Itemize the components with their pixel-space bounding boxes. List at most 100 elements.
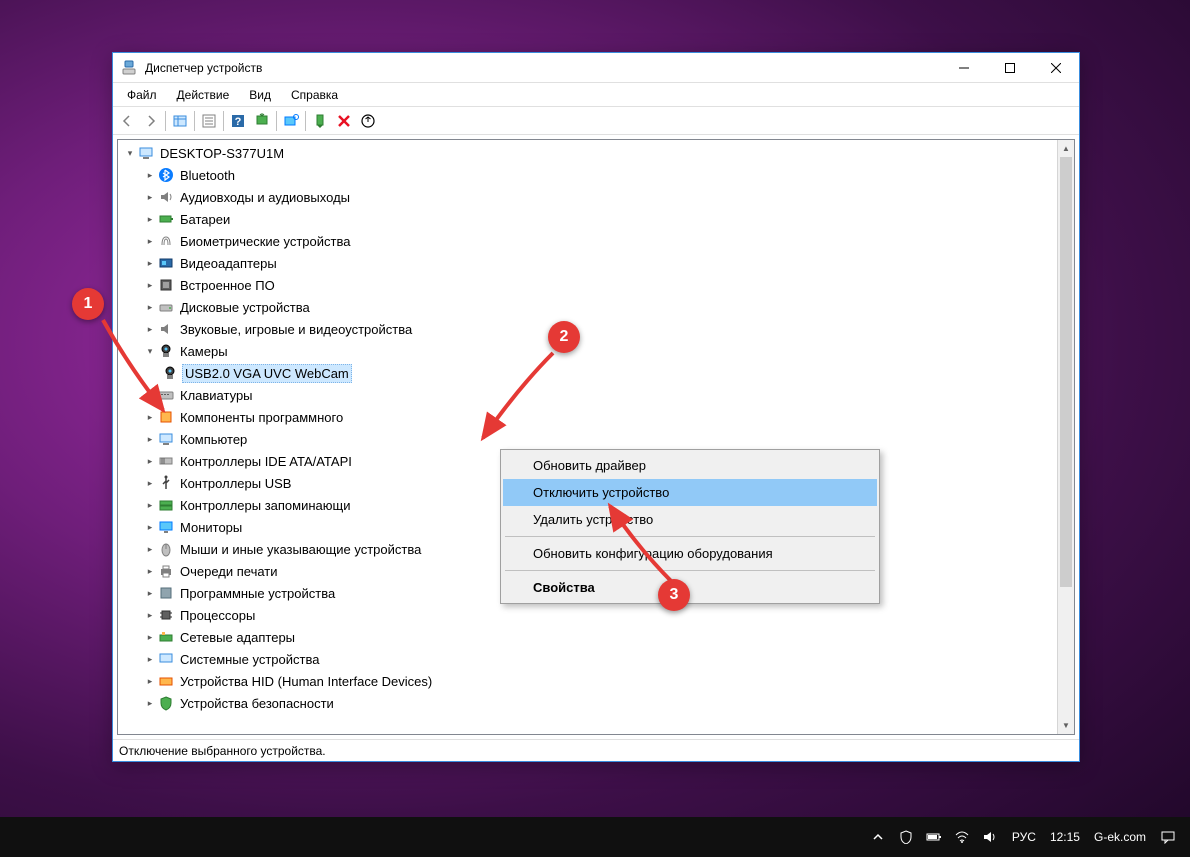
- menu-file[interactable]: Файл: [117, 85, 167, 105]
- chevron-right-icon[interactable]: ▸: [142, 170, 158, 181]
- tray-language[interactable]: РУС: [1008, 830, 1040, 844]
- firmware-icon: [158, 277, 174, 293]
- tree-node-disk-drives[interactable]: ▸Дисковые устройства: [118, 296, 1074, 318]
- tree-node-security-devices[interactable]: ▸Устройства безопасности: [118, 692, 1074, 714]
- tray-notifications-icon[interactable]: [1158, 827, 1178, 847]
- monitor-icon: [158, 519, 174, 535]
- scroll-down-button[interactable]: ▼: [1058, 717, 1074, 734]
- scroll-thumb[interactable]: [1060, 157, 1072, 587]
- device-manager-icon: [121, 60, 137, 76]
- tray-time[interactable]: 12:15: [1048, 830, 1082, 844]
- device-tree[interactable]: ▾ DESKTOP-S377U1M ▸Bluetooth ▸Аудиовходы…: [118, 140, 1074, 734]
- chevron-right-icon[interactable]: ▸: [142, 214, 158, 225]
- tree-node-network-adapters[interactable]: ▸Сетевые адаптеры: [118, 626, 1074, 648]
- ctx-disable-device[interactable]: Отключить устройство: [503, 479, 877, 506]
- chevron-right-icon[interactable]: ▸: [142, 500, 158, 511]
- statusbar: Отключение выбранного устройства.: [113, 739, 1079, 761]
- usb-icon: [158, 475, 174, 491]
- back-button[interactable]: [115, 109, 139, 133]
- speaker-icon: [158, 189, 174, 205]
- tree-node-cameras[interactable]: ▾Камеры: [118, 340, 1074, 362]
- chevron-right-icon[interactable]: ▸: [142, 566, 158, 577]
- disable-device-button[interactable]: [332, 109, 356, 133]
- tray-chevron-icon[interactable]: [868, 827, 888, 847]
- ctx-properties[interactable]: Свойства: [503, 574, 877, 601]
- chevron-right-icon[interactable]: ▸: [142, 654, 158, 665]
- help-button[interactable]: ?: [226, 109, 250, 133]
- tree-node-audio-io[interactable]: ▸Аудиовходы и аудиовыходы: [118, 186, 1074, 208]
- tray-security-icon[interactable]: [896, 827, 916, 847]
- callout-1: 1: [72, 288, 104, 320]
- properties-button[interactable]: [197, 109, 221, 133]
- network-icon: [158, 629, 174, 645]
- tree-node-usb-webcam[interactable]: USB2.0 VGA UVC WebCam: [118, 362, 1074, 384]
- chevron-right-icon[interactable]: ▸: [142, 478, 158, 489]
- security-icon: [158, 695, 174, 711]
- tree-node-display-adapters[interactable]: ▸Видеоадаптеры: [118, 252, 1074, 274]
- context-menu-separator: [505, 536, 875, 537]
- tree-node-computer[interactable]: ▸Компьютер: [118, 428, 1074, 450]
- device-tree-panel: ▾ DESKTOP-S377U1M ▸Bluetooth ▸Аудиовходы…: [117, 139, 1075, 735]
- tree-node-keyboards[interactable]: ▸Клавиатуры: [118, 384, 1074, 406]
- chevron-right-icon[interactable]: ▸: [142, 280, 158, 291]
- uninstall-device-button[interactable]: [356, 109, 380, 133]
- chevron-right-icon[interactable]: ▸: [142, 258, 158, 269]
- menu-action[interactable]: Действие: [167, 85, 240, 105]
- menu-help[interactable]: Справка: [281, 85, 348, 105]
- tree-node-hid[interactable]: ▸Устройства HID (Human Interface Devices…: [118, 670, 1074, 692]
- tree-node-sound-video-game[interactable]: ▸Звуковые, игровые и видеоустройства: [118, 318, 1074, 340]
- bluetooth-icon: [158, 167, 174, 183]
- tree-node-software-components[interactable]: ▸Компоненты программного: [118, 406, 1074, 428]
- tree-node-biometric[interactable]: ▸Биометрические устройства: [118, 230, 1074, 252]
- status-text: Отключение выбранного устройства.: [119, 744, 326, 758]
- chevron-right-icon[interactable]: ▸: [142, 676, 158, 687]
- chevron-right-icon[interactable]: ▸: [142, 456, 158, 467]
- scan-hardware-button[interactable]: [279, 109, 303, 133]
- tree-node-processors[interactable]: ▸Процессоры: [118, 604, 1074, 626]
- chevron-right-icon[interactable]: ▸: [142, 522, 158, 533]
- tree-root[interactable]: ▾ DESKTOP-S377U1M: [118, 142, 1074, 164]
- menu-view[interactable]: Вид: [239, 85, 281, 105]
- mouse-icon: [158, 541, 174, 557]
- ctx-update-driver[interactable]: Обновить драйвер: [503, 452, 877, 479]
- annotation-arrow-1: [88, 305, 178, 425]
- menubar: Файл Действие Вид Справка: [113, 83, 1079, 107]
- tree-node-bluetooth[interactable]: ▸Bluetooth: [118, 164, 1074, 186]
- vertical-scrollbar[interactable]: ▲ ▼: [1057, 140, 1074, 734]
- chevron-right-icon[interactable]: ▸: [142, 632, 158, 643]
- chevron-right-icon[interactable]: ▸: [142, 236, 158, 247]
- update-driver-button[interactable]: [250, 109, 274, 133]
- chevron-right-icon[interactable]: ▸: [142, 192, 158, 203]
- minimize-button[interactable]: [941, 53, 987, 82]
- toolbar: ?: [113, 107, 1079, 135]
- chevron-right-icon[interactable]: ▸: [142, 698, 158, 709]
- computer-icon: [138, 145, 154, 161]
- show-hidden-button[interactable]: [168, 109, 192, 133]
- chevron-down-icon[interactable]: ▾: [122, 148, 138, 159]
- root-label: DESKTOP-S377U1M: [158, 145, 286, 162]
- ctx-uninstall-device[interactable]: Удалить устройство: [503, 506, 877, 533]
- tree-node-system-devices[interactable]: ▸Системные устройства: [118, 648, 1074, 670]
- ctx-scan-hardware[interactable]: Обновить конфигурацию оборудования: [503, 540, 877, 567]
- device-manager-window: Диспетчер устройств Файл Действие Вид Сп…: [112, 52, 1080, 762]
- callout-2: 2: [548, 321, 580, 353]
- window-title: Диспетчер устройств: [145, 61, 941, 75]
- printer-icon: [158, 563, 174, 579]
- forward-button[interactable]: [139, 109, 163, 133]
- tray-site: G-ek.com: [1090, 830, 1150, 844]
- close-button[interactable]: [1033, 53, 1079, 82]
- chevron-right-icon[interactable]: ▸: [142, 610, 158, 621]
- scroll-up-button[interactable]: ▲: [1058, 140, 1074, 157]
- chevron-right-icon[interactable]: ▸: [142, 434, 158, 445]
- tray-battery-icon[interactable]: [924, 827, 944, 847]
- chevron-right-icon[interactable]: ▸: [142, 544, 158, 555]
- enable-device-button[interactable]: [308, 109, 332, 133]
- tree-node-batteries[interactable]: ▸Батареи: [118, 208, 1074, 230]
- chevron-right-icon[interactable]: ▸: [142, 588, 158, 599]
- tray-volume-icon[interactable]: [980, 827, 1000, 847]
- taskbar: РУС 12:15 G-ek.com: [0, 817, 1190, 857]
- tree-node-firmware[interactable]: ▸Встроенное ПО: [118, 274, 1074, 296]
- tray-wifi-icon[interactable]: [952, 827, 972, 847]
- software-device-icon: [158, 585, 174, 601]
- maximize-button[interactable]: [987, 53, 1033, 82]
